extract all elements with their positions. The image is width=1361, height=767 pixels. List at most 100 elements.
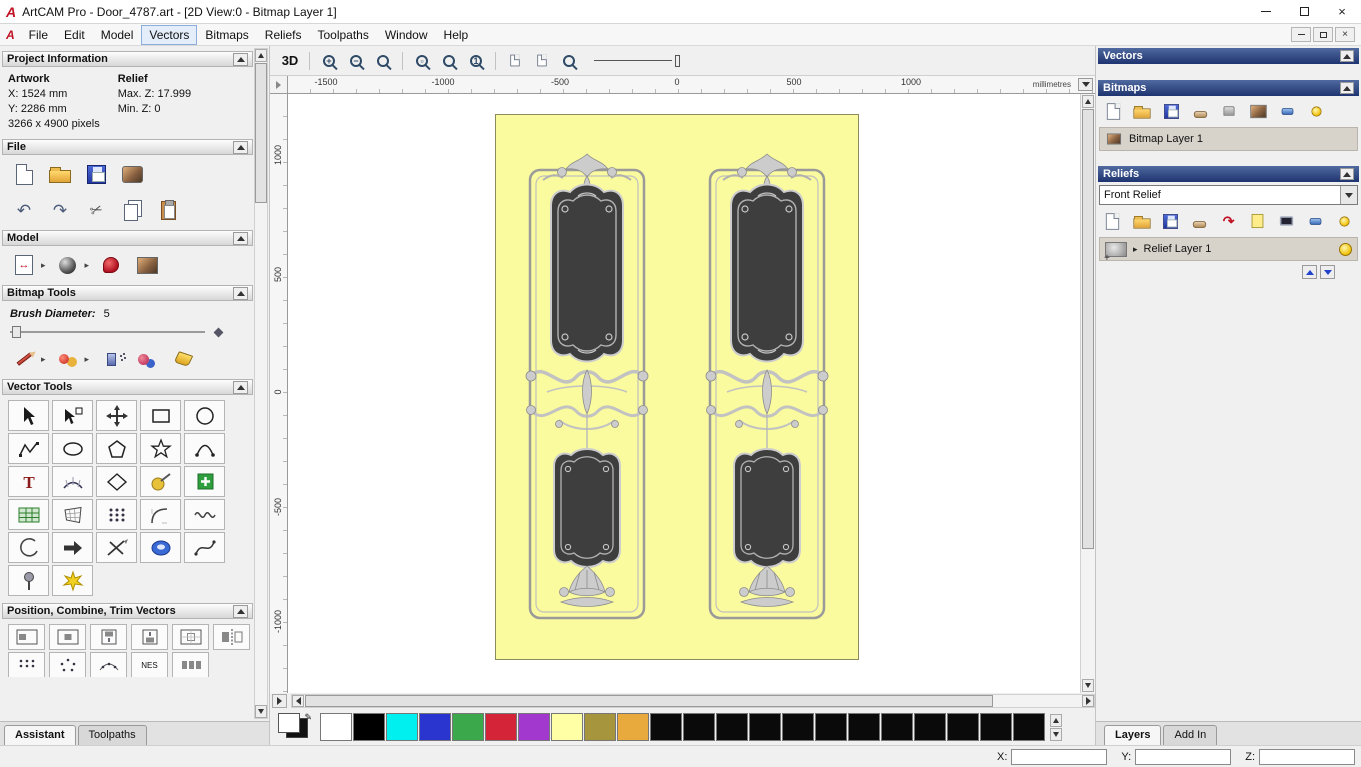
collapse-vectors-button[interactable] [1340, 50, 1354, 62]
bulb-icon[interactable] [1305, 100, 1327, 122]
select-vectors-icon[interactable] [8, 400, 49, 431]
pin-icon[interactable] [8, 565, 49, 596]
zoom-out-button[interactable]: − [344, 49, 368, 72]
measure-icon[interactable] [140, 466, 181, 497]
copy-icon[interactable] [118, 197, 146, 223]
create-arc-icon[interactable] [184, 433, 225, 464]
redo-icon[interactable]: ↷ [46, 197, 74, 223]
export-model-icon[interactable] [118, 161, 146, 187]
undo-icon[interactable]: ↶ [10, 197, 38, 223]
align-top-icon[interactable] [90, 624, 127, 650]
menu-edit[interactable]: Edit [56, 25, 93, 45]
roller-icon[interactable] [1189, 210, 1211, 232]
pan-button[interactable] [272, 694, 287, 708]
palette-swatch-5[interactable] [485, 713, 517, 741]
palette-swatch-7[interactable] [551, 713, 583, 741]
collapse-model-button[interactable] [233, 231, 248, 245]
status-x-value[interactable] [1011, 748, 1108, 765]
dropdown-arrow-icon[interactable] [1340, 186, 1357, 204]
collapse-bitmaps-button[interactable] [1340, 82, 1354, 94]
align-centre-icon[interactable] [49, 624, 86, 650]
collapse-position-button[interactable] [233, 604, 248, 618]
palette-swatch-3[interactable] [419, 713, 451, 741]
create-doughnut-icon[interactable] [140, 532, 181, 563]
envelope-distort-icon[interactable] [52, 499, 93, 530]
zoom-page-button[interactable]: 1 [464, 49, 488, 72]
palette-swatch-18[interactable] [914, 713, 946, 741]
new-model-icon[interactable] [10, 161, 38, 187]
palette-swatch-11[interactable] [683, 713, 715, 741]
align-left-icon[interactable] [8, 624, 45, 650]
relief-layer-row[interactable]: ▸ Relief Layer 1 [1099, 237, 1358, 264]
menu-toolpaths[interactable]: Toolpaths [309, 25, 376, 45]
fit-spline-icon[interactable] [184, 532, 225, 563]
eraser-icon[interactable] [1276, 100, 1298, 122]
set-model-size-icon[interactable]: ↔ [10, 252, 38, 278]
palette-swatch-10[interactable] [650, 713, 682, 741]
text-table-icon[interactable] [8, 499, 49, 530]
draw-icon[interactable] [10, 346, 38, 372]
node-editing-icon[interactable] [52, 400, 93, 431]
create-text-icon[interactable]: T [8, 466, 49, 497]
brush-slider-thumb[interactable] [12, 326, 21, 338]
notes-icon[interactable] [97, 252, 125, 278]
brush-diameter-slider[interactable] [10, 326, 205, 338]
block-copy-icon[interactable] [8, 652, 45, 677]
palette-swatch-13[interactable] [749, 713, 781, 741]
2d-view-canvas[interactable] [288, 94, 1080, 693]
texture-icon[interactable] [133, 346, 161, 372]
minimize-button[interactable] [1247, 0, 1285, 24]
active-relief-dropdown[interactable]: Front Relief [1099, 185, 1358, 205]
palette-up-button[interactable] [1050, 713, 1062, 727]
palette-swatch-16[interactable] [848, 713, 880, 741]
palette-swatch-2[interactable] [386, 713, 418, 741]
create-ellipse-icon[interactable] [52, 433, 93, 464]
fillet-icon[interactable] [140, 499, 181, 530]
expand-caret-icon[interactable]: ▸ [1133, 244, 1138, 255]
clay-icon[interactable] [1189, 100, 1211, 122]
menu-file[interactable]: File [21, 25, 56, 45]
bulb-icon[interactable] [1333, 210, 1355, 232]
paste-along-curve-icon[interactable] [90, 652, 127, 677]
menu-bitmaps[interactable]: Bitmaps [197, 25, 256, 45]
canvas-horizontal-scrollbar[interactable] [291, 694, 1095, 708]
join-vectors-icon[interactable] [52, 532, 93, 563]
tab-addin[interactable]: Add In [1163, 725, 1218, 745]
3d-view-button[interactable]: 3D [278, 49, 302, 72]
flyout-arrow-icon[interactable]: ▸ [85, 260, 90, 271]
paste-icon[interactable] [154, 197, 182, 223]
spray-icon[interactable] [97, 346, 125, 372]
scroll-right-button[interactable] [1082, 695, 1094, 707]
lighting-icon[interactable] [54, 252, 82, 278]
palette-swatch-17[interactable] [881, 713, 913, 741]
view-slider[interactable] [594, 54, 680, 68]
palette-swatch-1[interactable] [353, 713, 385, 741]
open-bitmap-icon[interactable] [1131, 100, 1153, 122]
monitor-icon[interactable] [1275, 210, 1297, 232]
view-page-2-button[interactable] [530, 49, 554, 72]
menu-help[interactable]: Help [436, 25, 477, 45]
picture-icon[interactable] [1247, 100, 1269, 122]
bitmap-layer-row[interactable]: Bitmap Layer 1 [1099, 127, 1358, 151]
scroll-up-button[interactable] [1082, 95, 1094, 108]
flyout-arrow-icon[interactable]: ▸ [41, 260, 46, 271]
scrollbar-thumb[interactable] [305, 695, 993, 707]
ruler-units-dropdown[interactable] [1078, 78, 1093, 91]
menu-window[interactable]: Window [377, 25, 436, 45]
canvas-vertical-scrollbar[interactable] [1080, 94, 1095, 693]
new-relief-layer-icon[interactable] [1102, 210, 1124, 232]
open-model-icon[interactable] [46, 161, 74, 187]
tab-toolpaths[interactable]: Toolpaths [77, 725, 147, 745]
collapse-vector-tools-button[interactable] [233, 380, 248, 394]
assistant-scrollbar[interactable] [254, 48, 268, 719]
palette-swatch-9[interactable] [617, 713, 649, 741]
move-layer-up-button[interactable] [1302, 265, 1317, 279]
visibility-bulb-icon[interactable] [1339, 242, 1352, 256]
status-z-value[interactable] [1259, 748, 1355, 765]
palette-swatch-20[interactable] [980, 713, 1012, 741]
wrap-text-icon[interactable] [52, 466, 93, 497]
paint-selective-icon[interactable] [54, 346, 82, 372]
close-button[interactable]: × [1323, 0, 1361, 24]
save-bitmap-icon[interactable] [1160, 100, 1182, 122]
palette-down-button[interactable] [1050, 727, 1062, 741]
